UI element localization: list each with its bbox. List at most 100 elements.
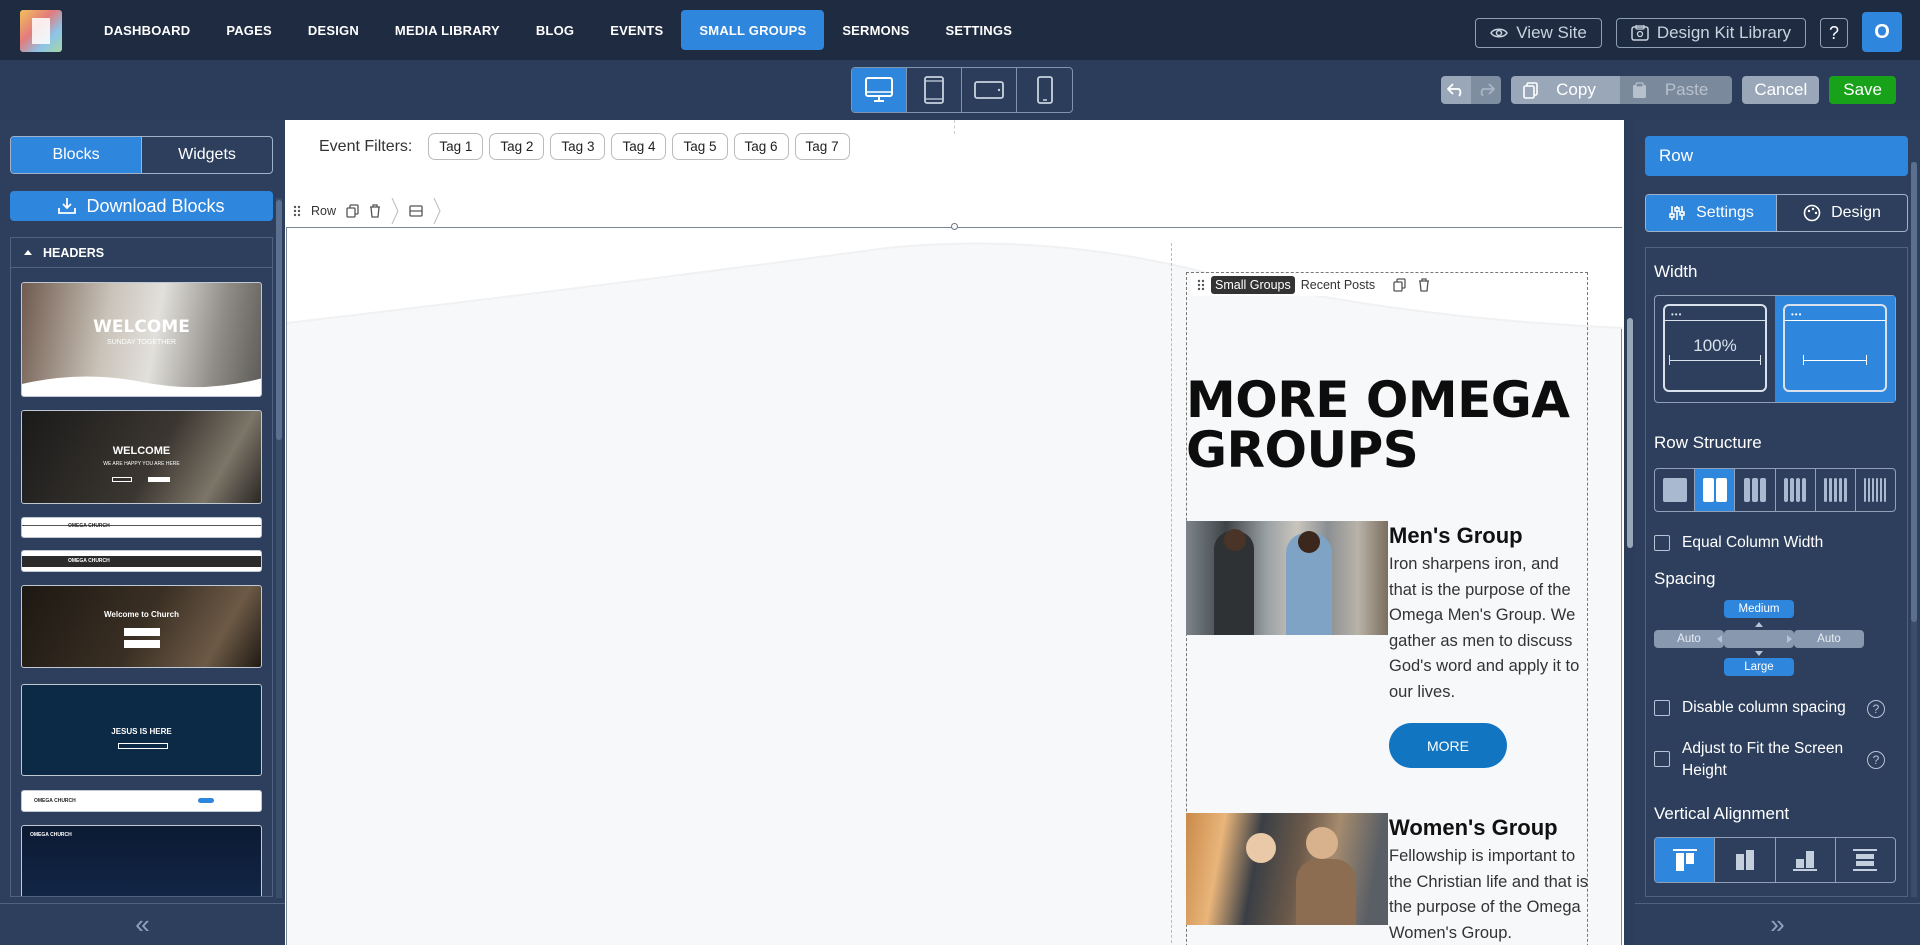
collapse-right-panel-button[interactable]: »	[1635, 903, 1920, 945]
paste-button[interactable]: Paste	[1619, 76, 1733, 104]
desktop-icon	[865, 77, 893, 102]
tab-design-label: Design	[1831, 204, 1881, 221]
structure-2-col[interactable]	[1695, 469, 1736, 511]
womens-group-description: Fellowship is important to the Christian…	[1389, 847, 1589, 942]
valign-middle[interactable]	[1715, 838, 1776, 882]
user-avatar[interactable]: O	[1862, 12, 1902, 52]
headers-section-toggle[interactable]: HEADERS	[10, 237, 273, 267]
device-switcher	[851, 67, 1073, 113]
header-block-thumb-1[interactable]: WELCOME SUNDAY TOGETHER	[21, 282, 262, 397]
filter-tag-2[interactable]: Tag 2	[489, 133, 545, 160]
settings-scrollbar[interactable]	[1911, 162, 1917, 897]
filter-tag-4[interactable]: Tag 4	[611, 133, 667, 160]
structure-1-col[interactable]	[1655, 469, 1696, 511]
redo-icon	[1480, 83, 1496, 97]
tab-design[interactable]: Design	[1776, 195, 1907, 231]
fit-screen-height-checkbox[interactable]	[1654, 751, 1670, 767]
thumb-caption: JESUS IS HERE	[111, 727, 172, 736]
header-block-thumb-5[interactable]: Welcome to Church	[21, 585, 262, 668]
device-desktop[interactable]	[852, 68, 907, 112]
mens-group-more-button[interactable]: MORE	[1389, 723, 1507, 768]
arrow-down-icon	[1755, 651, 1763, 656]
nav-settings[interactable]: SETTINGS	[927, 10, 1030, 50]
download-blocks-button[interactable]: Download Blocks	[10, 191, 273, 221]
filter-tag-1[interactable]: Tag 1	[428, 133, 484, 160]
mens-group-title[interactable]: Men's Group	[1389, 523, 1523, 549]
nav-blog[interactable]: BLOG	[518, 10, 592, 50]
nav-small-groups[interactable]: SMALL GROUPS	[681, 10, 825, 50]
header-block-thumb-3[interactable]: OMEGA CHURCH	[21, 517, 262, 538]
blocks-panel: Blocks Widgets Download Blocks HEADERS W…	[0, 120, 285, 945]
spacing-top[interactable]: Medium	[1724, 600, 1794, 618]
womens-group-title[interactable]: Women's Group	[1389, 815, 1558, 841]
valign-top[interactable]	[1655, 838, 1716, 882]
collapse-left-panel-button[interactable]: «	[0, 903, 285, 945]
structure-4-col[interactable]	[1776, 469, 1816, 511]
disable-spacing-help-icon[interactable]: ?	[1867, 700, 1885, 718]
filter-tag-3[interactable]: Tag 3	[550, 133, 606, 160]
drag-handle-icon[interactable]	[1197, 279, 1205, 291]
page-canvas: Event Filters: Tag 1 Tag 2 Tag 3 Tag 4 T…	[285, 120, 1624, 945]
device-tablet[interactable]	[907, 68, 962, 112]
nav-events[interactable]: EVENTS	[592, 10, 681, 50]
blocks-scrollbar[interactable]	[276, 198, 282, 898]
duplicate-icon[interactable]	[346, 204, 359, 218]
trash-icon[interactable]	[369, 204, 381, 218]
app-logo[interactable]	[20, 10, 62, 52]
align-middle-icon	[1735, 850, 1754, 870]
structure-6-col[interactable]	[1856, 469, 1895, 511]
structure-3-col[interactable]	[1735, 469, 1776, 511]
filter-tag-5[interactable]: Tag 5	[672, 133, 728, 160]
drag-handle-icon[interactable]	[293, 205, 301, 217]
canvas-scrollbar[interactable]	[1625, 120, 1635, 945]
module-toolbar: Small Groups Recent Posts	[1191, 273, 1437, 296]
help-button[interactable]: ?	[1820, 18, 1848, 48]
spacing-center[interactable]	[1724, 630, 1794, 648]
nav-pages[interactable]: PAGES	[208, 10, 290, 50]
view-site-button[interactable]: View Site	[1475, 18, 1602, 48]
equal-column-width-checkbox[interactable]	[1654, 535, 1670, 551]
equal-column-width-option[interactable]: Equal Column Width	[1654, 532, 1823, 554]
tab-widgets[interactable]: Widgets	[141, 137, 272, 173]
design-kit-library-button[interactable]: Design Kit Library	[1615, 18, 1806, 48]
header-block-thumb-7[interactable]: OMEGA CHURCH	[21, 790, 262, 812]
fit-screen-height-option[interactable]: Adjust to Fit the Screen Height	[1654, 738, 1854, 782]
headers-section-label: HEADERS	[43, 245, 105, 260]
nav-sermons[interactable]: SERMONS	[824, 10, 927, 50]
spacing-right[interactable]: Auto	[1794, 630, 1864, 648]
header-block-thumb-2[interactable]: WELCOME WE ARE HAPPY YOU ARE HERE	[21, 410, 262, 504]
device-mobile[interactable]	[1017, 68, 1072, 112]
valign-stretch[interactable]	[1836, 838, 1895, 882]
copy-button[interactable]: Copy	[1511, 76, 1620, 104]
top-nav: DASHBOARD PAGES DESIGN MEDIA LIBRARY BLO…	[0, 0, 1920, 60]
device-tablet-landscape[interactable]	[962, 68, 1017, 112]
filter-tag-6[interactable]: Tag 6	[733, 133, 789, 160]
redo-button[interactable]	[1471, 76, 1502, 104]
width-option-full[interactable]: ••• 100%	[1655, 296, 1775, 402]
toolbar-actions: Copy Paste Cancel Save	[1441, 76, 1896, 104]
width-option-fixed[interactable]: •••	[1775, 296, 1895, 402]
undo-button[interactable]	[1441, 76, 1472, 104]
row-resize-handle[interactable]	[951, 223, 958, 230]
spacing-left[interactable]: Auto	[1654, 630, 1724, 648]
header-block-thumb-6[interactable]: JESUS IS HERE	[21, 684, 262, 776]
nav-design[interactable]: DESIGN	[290, 10, 377, 50]
valign-bottom[interactable]	[1776, 838, 1836, 882]
disable-column-spacing-checkbox[interactable]	[1654, 700, 1670, 716]
spacing-bottom[interactable]: Large	[1724, 658, 1794, 676]
header-block-thumb-4[interactable]: OMEGA CHURCH	[21, 550, 262, 572]
duplicate-icon[interactable]	[1393, 277, 1406, 292]
fit-screen-help-icon[interactable]: ?	[1867, 751, 1885, 769]
disable-column-spacing-option[interactable]: Disable column spacing	[1654, 697, 1846, 719]
save-button[interactable]: Save	[1829, 76, 1896, 104]
structure-5-col[interactable]	[1816, 469, 1856, 511]
trash-icon[interactable]	[1418, 277, 1430, 292]
nav-dashboard[interactable]: DASHBOARD	[86, 10, 208, 50]
tab-blocks[interactable]: Blocks	[11, 137, 141, 173]
filter-tag-7[interactable]: Tag 7	[794, 133, 850, 160]
tab-settings[interactable]: Settings	[1646, 195, 1776, 231]
header-block-thumb-8[interactable]: OMEGA CHURCH	[21, 825, 262, 896]
column-layout-icon[interactable]	[409, 205, 423, 217]
cancel-button[interactable]: Cancel	[1742, 76, 1820, 104]
nav-media-library[interactable]: MEDIA LIBRARY	[377, 10, 518, 50]
